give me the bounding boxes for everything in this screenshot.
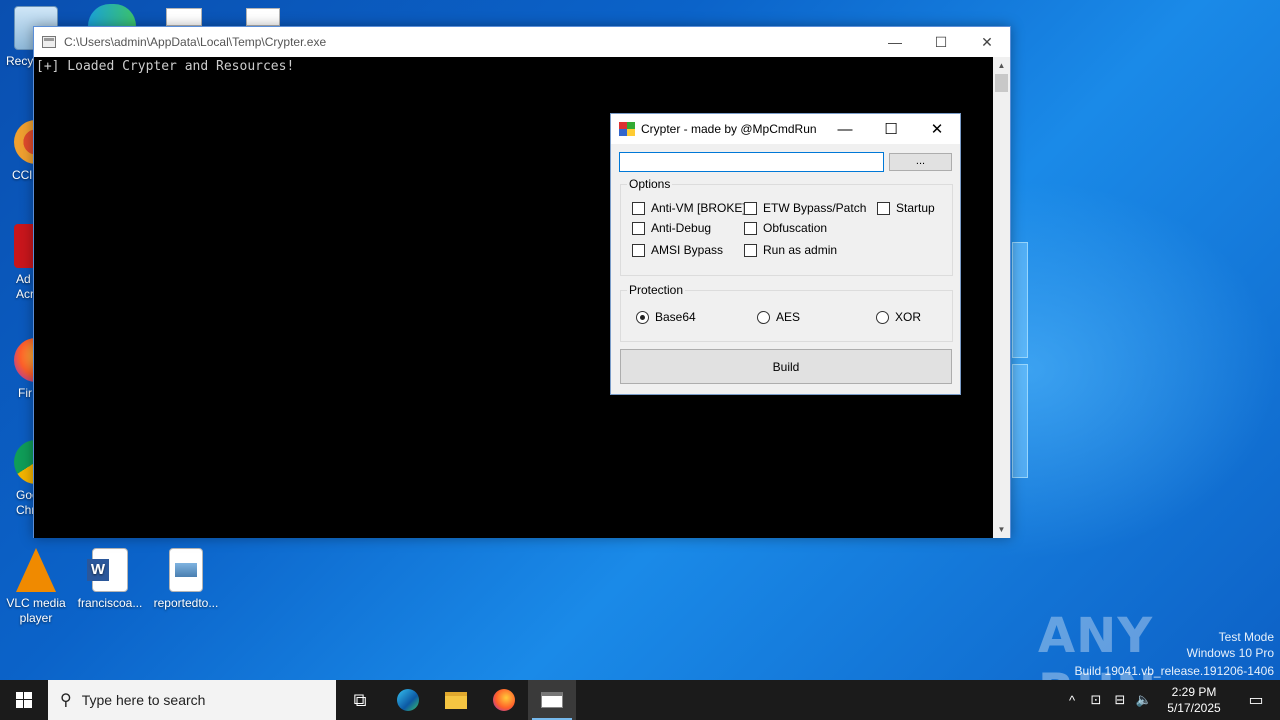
- option-label: Anti-Debug: [651, 221, 712, 235]
- checkbox[interactable]: [877, 201, 890, 215]
- taskbar-file-explorer[interactable]: [432, 680, 480, 720]
- option-label: ETW Bypass/Patch: [763, 201, 867, 215]
- console-scrollbar[interactable]: ▲ ▼: [993, 57, 1010, 538]
- volume-icon[interactable]: 🔈: [1132, 692, 1156, 708]
- desktop-icon-doc-partial[interactable]: [246, 8, 280, 26]
- protection-label: AES: [776, 310, 801, 324]
- option-anti-debug[interactable]: Anti-Debug: [632, 221, 711, 235]
- file-path-input[interactable]: [619, 152, 884, 172]
- device-icon[interactable]: ⊡: [1084, 692, 1108, 708]
- option-anti-vm[interactable]: Anti-VM [BROKE]: [632, 201, 746, 215]
- option-label: Anti-VM [BROKE]: [651, 201, 746, 215]
- protection-xor[interactable]: XOR: [876, 310, 921, 324]
- option-label: Obfuscation: [763, 221, 828, 235]
- taskbar-firefox[interactable]: [480, 680, 528, 720]
- console-minimize-button[interactable]: —: [872, 27, 918, 57]
- console-maximize-button[interactable]: ☐: [918, 27, 964, 57]
- desktop-icon-vlc[interactable]: VLC media player: [0, 548, 72, 626]
- dialog-maximize-button[interactable]: ☐: [868, 114, 914, 144]
- notification-icon[interactable]: ▭: [1232, 690, 1280, 710]
- dialog-title: Crypter - made by @MpCmdRun: [641, 122, 817, 136]
- desktop-icon-doc-partial[interactable]: [166, 8, 202, 26]
- dialog-minimize-button[interactable]: —: [822, 114, 868, 144]
- desktop-icon-label: reportedto...: [153, 596, 219, 610]
- option-obfuscation[interactable]: Obfuscation: [744, 221, 827, 235]
- scrollbar-thumb[interactable]: [995, 74, 1008, 92]
- protection-label: XOR: [895, 310, 922, 324]
- dialog-close-button[interactable]: ✕: [914, 114, 960, 144]
- option-label: AMSI Bypass: [651, 243, 724, 257]
- desktop-icon-edge-partial[interactable]: [88, 4, 136, 26]
- word-document-icon: W: [87, 548, 128, 592]
- protection-aes[interactable]: AES: [757, 310, 800, 324]
- radio-button[interactable]: [636, 310, 649, 324]
- taskbar: ⚲ Type here to search ⧉ ^ ⊡ ⊟ 🔈 2:29 PM …: [0, 680, 1280, 720]
- taskbar-crypter[interactable]: [528, 680, 576, 720]
- start-button[interactable]: [0, 680, 48, 720]
- checkbox[interactable]: [744, 221, 757, 235]
- scroll-down-icon[interactable]: ▼: [993, 521, 1010, 538]
- console-titlebar[interactable]: C:\Users\admin\AppData\Local\Temp\Crypte…: [34, 27, 1010, 57]
- windows-logo-icon: [16, 692, 32, 708]
- option-startup[interactable]: Startup: [877, 201, 935, 215]
- browse-button[interactable]: ...: [889, 153, 952, 171]
- console-title: C:\Users\admin\AppData\Local\Temp\Crypte…: [64, 35, 327, 49]
- option-run-as-admin[interactable]: Run as admin: [744, 243, 837, 257]
- protection-label: Base64: [655, 310, 696, 324]
- task-view-icon: ⧉: [353, 689, 367, 710]
- firefox-icon: [493, 689, 515, 711]
- image-file-icon: [169, 548, 203, 592]
- options-group: Options Anti-VM [BROKE] ETW Bypass/Patch…: [620, 177, 953, 276]
- clock[interactable]: 2:29 PM 5/17/2025: [1156, 684, 1232, 716]
- network-icon[interactable]: ⊟: [1108, 692, 1132, 708]
- chevron-up-icon[interactable]: ^: [1060, 693, 1084, 708]
- option-label: Run as admin: [763, 243, 838, 257]
- desktop-icon-label: franciscoa...: [77, 596, 143, 610]
- dialog-titlebar[interactable]: Crypter - made by @MpCmdRun — ☐ ✕: [611, 114, 960, 144]
- folder-icon: [445, 691, 467, 709]
- search-placeholder: Type here to search: [81, 692, 206, 708]
- taskbar-edge[interactable]: [384, 680, 432, 720]
- wallpaper-logo-pane: [1012, 242, 1028, 358]
- radio-button[interactable]: [757, 310, 770, 324]
- clock-time: 2:29 PM: [1171, 685, 1217, 699]
- system-tray: ^ ⊡ ⊟ 🔈 2:29 PM 5/17/2025 ▭: [1060, 680, 1280, 720]
- scroll-up-icon[interactable]: ▲: [993, 57, 1010, 74]
- edge-icon: [397, 689, 419, 711]
- options-legend: Options: [627, 177, 673, 191]
- console-app-icon: [541, 692, 563, 708]
- checkbox[interactable]: [744, 201, 757, 215]
- protection-base64[interactable]: Base64: [636, 310, 696, 324]
- checkbox[interactable]: [744, 243, 757, 257]
- windows-edition-text: Windows 10 Pro: [1186, 646, 1274, 660]
- protection-legend: Protection: [627, 283, 686, 297]
- checkbox[interactable]: [632, 201, 645, 215]
- vlc-cone-icon: [16, 548, 56, 592]
- option-etw-bypass[interactable]: ETW Bypass/Patch: [744, 201, 866, 215]
- console-output-line: [+] Loaded Crypter and Resources!: [36, 59, 295, 74]
- crypter-app-icon: [619, 122, 635, 136]
- checkbox[interactable]: [632, 243, 645, 257]
- desktop-icon-word-doc[interactable]: W franciscoa...: [74, 548, 146, 611]
- console-app-icon: [42, 36, 56, 48]
- task-view-button[interactable]: ⧉: [336, 680, 384, 720]
- search-icon: ⚲: [60, 692, 72, 709]
- option-label: Startup: [896, 201, 935, 215]
- build-button[interactable]: Build: [620, 349, 952, 384]
- clock-date: 5/17/2025: [1167, 701, 1221, 715]
- crypter-dialog[interactable]: Crypter - made by @MpCmdRun — ☐ ✕ ... Op…: [610, 113, 961, 395]
- protection-group: Protection Base64 AES XOR: [620, 283, 953, 342]
- desktop-icon-image-file[interactable]: reportedto...: [150, 548, 222, 611]
- checkbox[interactable]: [632, 221, 645, 235]
- test-mode-text: Test Mode: [1218, 630, 1274, 644]
- desktop-icon-label: VLC media player: [6, 596, 66, 625]
- radio-button[interactable]: [876, 310, 889, 324]
- wallpaper-logo-pane: [1012, 364, 1028, 478]
- taskbar-search-box[interactable]: ⚲ Type here to search: [48, 680, 336, 720]
- build-text: Build 19041.vb_release.191206-1406: [1074, 664, 1275, 678]
- option-amsi-bypass[interactable]: AMSI Bypass: [632, 243, 723, 257]
- console-close-button[interactable]: ✕: [964, 27, 1010, 57]
